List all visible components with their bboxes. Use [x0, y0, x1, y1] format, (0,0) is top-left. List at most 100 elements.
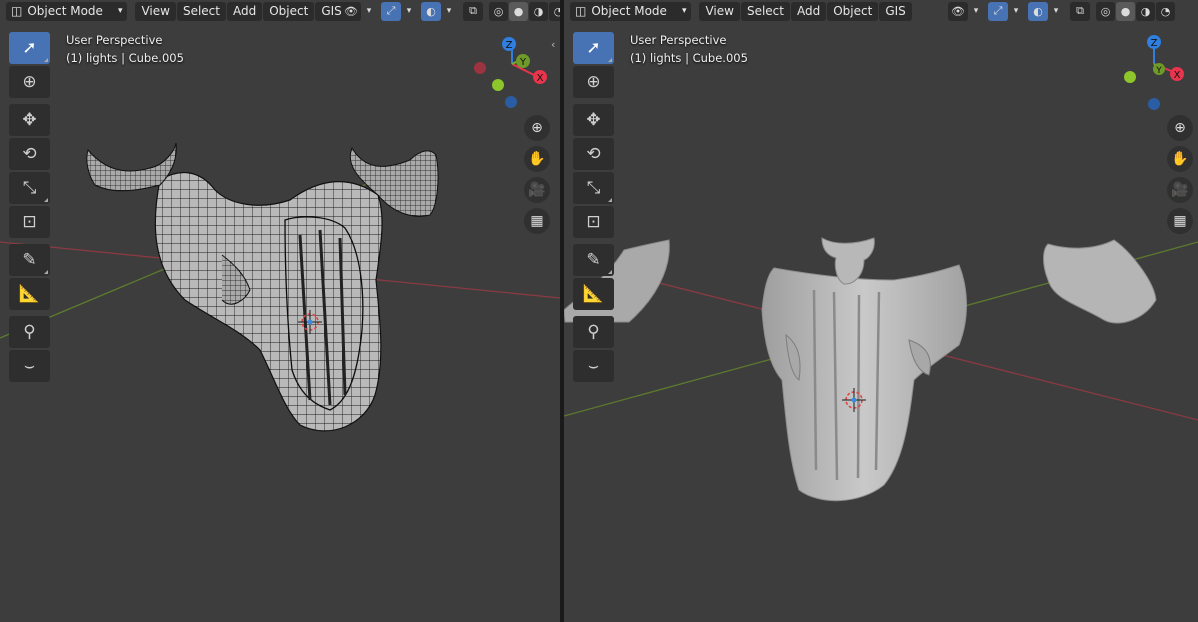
view-title: User Perspective — [66, 33, 163, 47]
header-menus: View Select Add Object GIS — [135, 1, 348, 21]
menu-gis[interactable]: GIS — [879, 1, 912, 21]
xray-toggle-icon[interactable]: ⧉ — [463, 1, 483, 21]
mode-dropdown[interactable]: ◫ Object Mode ▾ — [6, 1, 128, 21]
sidebar-toggle-icon[interactable]: ‹ — [551, 38, 555, 51]
menu-add[interactable]: Add — [790, 1, 827, 21]
overlays-toggle-icon[interactable]: ◐ — [1028, 1, 1048, 21]
visibility-eye-icon[interactable]: 👁 — [948, 1, 968, 21]
transform-icon[interactable]: ⊡ — [9, 206, 50, 238]
chevron-down-icon: ▾ — [681, 6, 687, 16]
camera-icon[interactable]: 🎥 — [524, 177, 550, 203]
navigation-gizmo[interactable]: Z Y X — [1114, 34, 1194, 114]
material-shading-icon[interactable]: ◑ — [529, 1, 548, 21]
overlays-toggle-icon[interactable]: ◐ — [421, 1, 441, 21]
tool-shelf: ➚ ⊕ ✥ ⟲ ⤡ ⊡ ✎ 📐 ⚲ ⌣ — [9, 32, 50, 384]
menu-object[interactable]: Object — [263, 1, 315, 21]
object-mode-icon: ◫ — [575, 4, 587, 18]
menu-add[interactable]: Add — [226, 1, 263, 21]
menu-select[interactable]: Select — [176, 1, 226, 21]
menu-view[interactable]: View — [699, 1, 740, 21]
mode-label: Object Mode — [27, 4, 103, 18]
object-info: (1) lights | Cube.005 — [66, 51, 184, 65]
wireframe-shading-icon[interactable]: ◎ — [489, 1, 508, 21]
solid-scene[interactable] — [564, 0, 1198, 622]
menu-object[interactable]: Object — [827, 1, 879, 21]
x-axis-label: X — [537, 73, 544, 84]
solid-shading-icon[interactable]: ● — [509, 1, 528, 21]
y-axis-label: Y — [519, 57, 527, 68]
viewport-info: User Perspective (1) lights | Cube.005 — [66, 31, 184, 67]
move-icon[interactable]: ✥ — [9, 104, 50, 136]
cursor-icon[interactable]: ⊕ — [9, 66, 50, 98]
hand-pan-icon[interactable]: ✋ — [1167, 146, 1193, 172]
annotate-icon[interactable]: ✎ — [573, 244, 614, 276]
shading-modes: ◎ ● ◑ ◔ — [1096, 1, 1175, 21]
hand-pan-icon[interactable]: ✋ — [524, 146, 550, 172]
chevron-down-icon[interactable]: ▾ — [403, 2, 415, 21]
select-box-icon[interactable]: ➚ — [573, 32, 614, 64]
zoom-icon[interactable]: ⊕ — [1167, 115, 1193, 141]
grid-ortho-icon[interactable]: ▦ — [1167, 208, 1193, 234]
menu-view[interactable]: View — [135, 1, 176, 21]
neg-y-axis-dot — [492, 79, 504, 91]
neg-z-axis-dot — [505, 96, 517, 108]
neg-x-axis-dot — [474, 62, 486, 74]
rendered-shading-icon[interactable]: ◔ — [1156, 1, 1175, 21]
scale-icon[interactable]: ⤡ — [9, 172, 50, 204]
viewport-header: ◫ Object Mode ▾ View Select Add Object G… — [564, 0, 1198, 22]
header-right-controls: 👁 ▾ ⤢ ▾ ◐ ▾ ⧉ ◎ ● ◑ ◔ — [341, 1, 560, 21]
chevron-down-icon[interactable]: ▾ — [443, 2, 455, 21]
curve-tool-icon[interactable]: ⌣ — [9, 350, 50, 382]
solid-shading-icon[interactable]: ● — [1116, 1, 1135, 21]
viewport-right[interactable]: ◫ Object Mode ▾ View Select Add Object G… — [564, 0, 1198, 622]
chevron-down-icon[interactable]: ▾ — [1050, 2, 1062, 21]
zoom-icon[interactable]: ⊕ — [524, 115, 550, 141]
navigation-tools: ⊕ ✋ 🎥 ▦ — [524, 115, 550, 234]
rotate-icon[interactable]: ⟲ — [9, 138, 50, 170]
viewport-info: User Perspective (1) lights | Cube.005 — [630, 31, 748, 67]
measure-icon[interactable]: 📐 — [573, 278, 614, 310]
camera-icon[interactable]: 🎥 — [1167, 177, 1193, 203]
tool-shelf: ➚ ⊕ ✥ ⟲ ⤡ ⊡ ✎ 📐 ⚲ ⌣ — [573, 32, 614, 384]
chevron-down-icon[interactable]: ▾ — [1010, 2, 1022, 21]
wireframe-shading-icon[interactable]: ◎ — [1096, 1, 1115, 21]
annotate-icon[interactable]: ✎ — [9, 244, 50, 276]
measure-icon[interactable]: 📐 — [9, 278, 50, 310]
viewport-header: ◫ Object Mode ▾ View Select Add Object G… — [0, 0, 560, 22]
gizmo-toggle-icon[interactable]: ⤢ — [988, 1, 1008, 21]
navigation-gizmo[interactable]: Z Y X — [470, 34, 550, 114]
chevron-down-icon[interactable]: ▾ — [363, 2, 375, 21]
navigation-tools: ⊕ ✋ 🎥 ▦ — [1167, 115, 1193, 234]
scale-icon[interactable]: ⤡ — [573, 172, 614, 204]
visibility-eye-icon[interactable]: 👁 — [341, 1, 361, 21]
mode-dropdown[interactable]: ◫ Object Mode ▾ — [570, 1, 692, 21]
gizmo-toggle-icon[interactable]: ⤢ — [381, 1, 401, 21]
xray-toggle-icon[interactable]: ⧉ — [1070, 1, 1090, 21]
header-menus: View Select Add Object GIS — [699, 1, 912, 21]
menu-select[interactable]: Select — [740, 1, 790, 21]
mode-label: Object Mode — [591, 4, 667, 18]
z-axis-label: Z — [1151, 38, 1158, 49]
chevron-down-icon[interactable]: ▾ — [970, 2, 982, 21]
move-icon[interactable]: ✥ — [573, 104, 614, 136]
rendered-shading-icon[interactable]: ◔ — [549, 1, 560, 21]
x-axis-label: X — [1174, 70, 1181, 81]
curve-tool-icon[interactable]: ⌣ — [573, 350, 614, 382]
y-axis-label: Y — [1155, 66, 1162, 76]
shading-modes: ◎ ● ◑ ◔ — [489, 1, 560, 21]
viewport-left[interactable]: ◫ Object Mode ▾ View Select Add Object G… — [0, 0, 560, 622]
chevron-down-icon: ▾ — [117, 6, 123, 16]
grid-ortho-icon[interactable]: ▦ — [524, 208, 550, 234]
transform-icon[interactable]: ⊡ — [573, 206, 614, 238]
neg-z-axis-dot — [1148, 98, 1160, 110]
cursor-icon[interactable]: ⊕ — [573, 66, 614, 98]
material-shading-icon[interactable]: ◑ — [1136, 1, 1155, 21]
rotate-icon[interactable]: ⟲ — [573, 138, 614, 170]
gis-tool-icon[interactable]: ⚲ — [9, 316, 50, 348]
neg-y-axis-dot — [1124, 71, 1136, 83]
gis-tool-icon[interactable]: ⚲ — [573, 316, 614, 348]
view-title: User Perspective — [630, 33, 727, 47]
mesh-solid — [564, 237, 1157, 502]
header-right-controls: 👁 ▾ ⤢ ▾ ◐ ▾ ⧉ ◎ ● ◑ ◔ — [948, 1, 1175, 21]
select-box-icon[interactable]: ➚ — [9, 32, 50, 64]
